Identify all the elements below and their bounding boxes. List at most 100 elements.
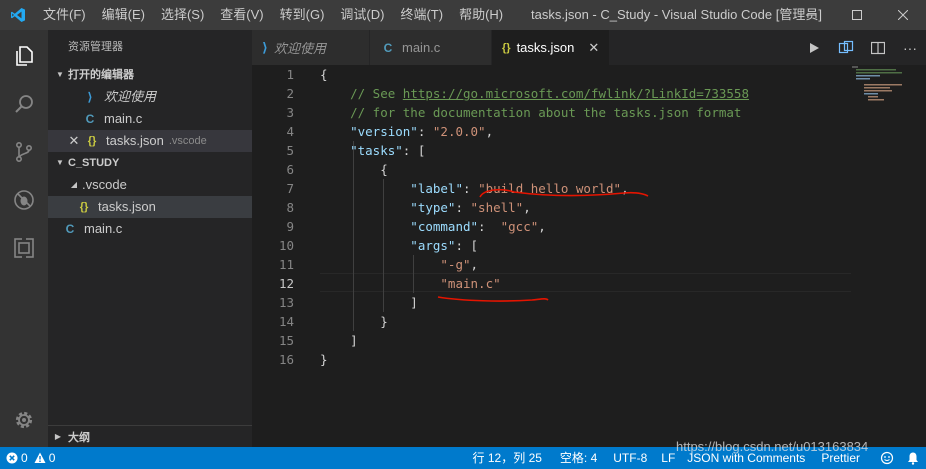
code-line: "command": "gcc", — [320, 217, 749, 236]
close-icon[interactable]: ✕ — [588, 40, 599, 56]
menu-bar: 文件(F) 编辑(E) 选择(S) 查看(V) 转到(G) 调试(D) 终端(T) 帮助(H) — [35, 0, 511, 30]
open-editor-welcome[interactable]: ⟩ 欢迎使用 — [48, 86, 252, 108]
editor-tabs: ⟩ 欢迎使用 C main.c {} tasks.json ✕ ··· — [252, 30, 926, 65]
source-control-icon[interactable] — [0, 128, 48, 176]
cursor-position[interactable]: 行 12，列 25 — [467, 447, 548, 469]
search-icon[interactable] — [0, 80, 48, 128]
open-editor-main-c[interactable]: C main.c — [48, 108, 252, 130]
warning-icon — [34, 452, 46, 463]
maximize-icon[interactable] — [834, 0, 880, 30]
run-icon[interactable] — [798, 30, 830, 65]
code-lines: { // See https://go.microsoft.com/fwlink… — [320, 65, 749, 369]
settings-gear-icon[interactable] — [0, 396, 48, 444]
code-token: , — [523, 200, 531, 215]
indentation[interactable]: 空格: 4 — [554, 447, 603, 469]
code-token: , — [538, 219, 546, 234]
folder-vscode[interactable]: ◢ .vscode — [48, 174, 252, 196]
minimap[interactable] — [850, 65, 926, 447]
open-editor-label: 欢迎使用 — [104, 89, 157, 104]
watermark: https://blog.csdn.net/u013163834 — [676, 439, 869, 454]
problems-indicator[interactable]: 0 0 — [0, 447, 61, 469]
menu-item[interactable]: 选择(S) — [153, 0, 212, 30]
code-line: ] — [320, 293, 749, 312]
code-editor[interactable]: 1 2 3 4 5 6 7 8 9 10 11 12 13 14 15 16 { // See https:/… — [252, 65, 926, 447]
code-line: // for the documentation about the tasks… — [320, 103, 749, 122]
line-number: 8 — [286, 200, 294, 215]
open-changes-icon[interactable] — [830, 30, 862, 65]
open-editor-tasks-json[interactable]: ✕ {} tasks.json .vscode — [48, 130, 252, 152]
line-number: 7 — [286, 181, 294, 196]
menu-item[interactable]: 查看(V) — [212, 0, 271, 30]
code-token: , — [621, 181, 629, 196]
tab-welcome[interactable]: ⟩ 欢迎使用 — [252, 30, 370, 65]
folder-label: .vscode — [82, 177, 127, 192]
window-title: tasks.json - C_Study - Visual Studio Cod… — [531, 7, 822, 22]
extensions-icon[interactable] — [0, 224, 48, 272]
outline-header[interactable]: ▶ 大纲 — [48, 425, 252, 447]
code-token: "type" — [320, 200, 456, 215]
code-link[interactable]: https://go.microsoft.com/fwlink/?LinkId=… — [403, 86, 749, 101]
open-editor-description: .vscode — [168, 135, 207, 147]
file-tasks-json[interactable]: {} tasks.json — [48, 196, 252, 218]
menu-item[interactable]: 编辑(E) — [94, 0, 153, 30]
code-token: "main.c" — [320, 276, 501, 291]
file-main-c[interactable]: C main.c — [48, 218, 252, 240]
tab-tasks-json[interactable]: {} tasks.json ✕ — [492, 30, 610, 65]
code-line: "label": "build hello world", — [320, 179, 749, 198]
menu-item[interactable]: 帮助(H) — [451, 0, 511, 30]
code-token: // See — [320, 86, 403, 101]
vscode-logo-icon — [0, 0, 35, 30]
code-line: // See https://go.microsoft.com/fwlink/?… — [320, 84, 749, 103]
menu-item[interactable]: 调试(D) — [332, 0, 392, 30]
menu-item[interactable]: 转到(G) — [272, 0, 333, 30]
split-editor-icon[interactable] — [862, 30, 894, 65]
code-token: : [ — [402, 143, 426, 158]
json-file-icon: {} — [87, 135, 97, 147]
line-numbers: 1 2 3 4 5 6 7 8 9 10 11 12 13 14 15 16 — [252, 65, 300, 369]
chevron-right-icon: ▶ — [54, 432, 62, 441]
code-token: : — [478, 219, 501, 234]
code-token: } — [320, 314, 388, 329]
open-editor-label: tasks.json — [106, 133, 164, 148]
file-label: main.c — [84, 221, 123, 236]
menu-item[interactable]: 文件(F) — [35, 0, 94, 30]
tab-label: 欢迎使用 — [273, 41, 326, 56]
close-icon[interactable] — [880, 0, 926, 30]
error-count: 0 — [21, 451, 28, 465]
debug-icon[interactable] — [0, 176, 48, 224]
vscode-file-icon: ⟩ — [262, 39, 268, 55]
line-number: 9 — [286, 219, 294, 234]
encoding[interactable]: UTF-8 — [607, 447, 653, 469]
code-line: { — [320, 65, 749, 84]
more-actions-icon[interactable]: ··· — [894, 30, 926, 65]
error-icon — [6, 452, 18, 464]
feedback-icon[interactable] — [874, 451, 900, 465]
code-line: } — [320, 312, 749, 331]
explorer-title: 资源管理器 — [68, 41, 123, 53]
c-file-icon: C — [383, 40, 393, 55]
code-token: : — [463, 181, 479, 196]
outline-label: 大纲 — [68, 431, 90, 444]
notifications-icon[interactable] — [900, 451, 926, 465]
editor-actions: ··· — [798, 30, 926, 65]
chevron-down-icon: ◢ — [70, 180, 78, 189]
workspace-header[interactable]: ▼ C_STUDY — [48, 152, 252, 174]
tab-main-c[interactable]: C main.c — [370, 30, 492, 65]
minimize-icon[interactable] — [788, 0, 834, 30]
explorer-sidebar: 资源管理器 ▼ 打开的编辑器 ⟩ 欢迎使用 C main.c ✕ {} task… — [48, 30, 252, 447]
code-token: , — [470, 257, 479, 272]
open-editors-header[interactable]: ▼ 打开的编辑器 — [48, 64, 252, 86]
code-token: ] — [320, 333, 358, 348]
files-icon[interactable] — [0, 32, 48, 80]
code-line: } — [320, 350, 749, 369]
close-icon[interactable]: ✕ — [66, 130, 82, 152]
line-number: 12 — [278, 276, 294, 291]
code-token: { — [320, 162, 388, 177]
open-editor-label: main.c — [104, 111, 143, 126]
menu-item[interactable]: 终端(T) — [392, 0, 451, 30]
line-number: 15 — [278, 333, 294, 348]
line-number: 4 — [286, 124, 294, 139]
workspace-label: C_STUDY — [68, 157, 120, 169]
code-token: "-g" — [320, 257, 471, 272]
code-line: ] — [320, 331, 749, 350]
